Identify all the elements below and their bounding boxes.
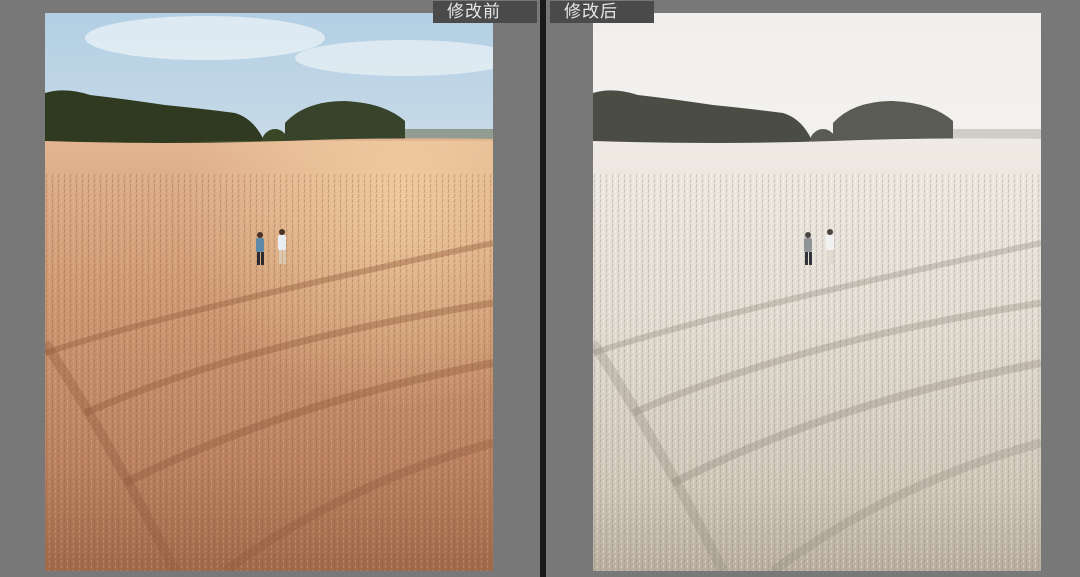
after-label: 修改后 <box>550 1 654 23</box>
comparison-viewer: 修改前 修改后 <box>0 0 1080 577</box>
after-photo-canvas <box>593 13 1041 571</box>
after-pane: 修改后 <box>546 0 1080 577</box>
before-label: 修改前 <box>433 1 537 23</box>
after-photo <box>593 13 1041 571</box>
before-pane: 修改前 <box>0 0 540 577</box>
before-photo-canvas <box>45 13 493 571</box>
before-photo <box>45 13 493 571</box>
